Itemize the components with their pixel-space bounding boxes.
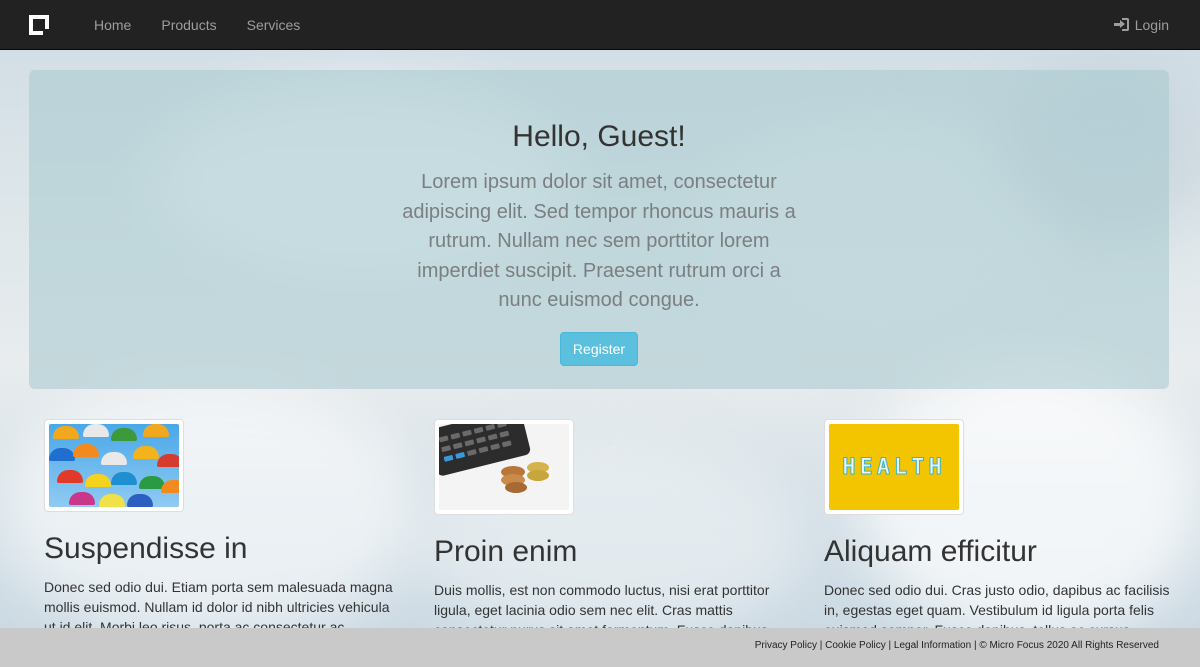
sign-in-icon xyxy=(1113,18,1129,31)
login-label: Login xyxy=(1134,16,1169,33)
feature-column: Proin enim Duis mollis, est non commodo … xyxy=(434,419,794,640)
calculator-coins-image xyxy=(439,424,569,510)
feature-column: Suspendisse in Donec sed odio dui. Etiam… xyxy=(44,419,404,637)
column-title: Suspendisse in xyxy=(44,532,248,565)
footer-separator: | xyxy=(885,640,894,651)
feature-column: HEALTH Aliquam efficitur Donec sed odio … xyxy=(824,419,1184,640)
thumbnail[interactable] xyxy=(44,419,184,512)
column-title: Proin enim xyxy=(434,535,578,568)
nav-link-home[interactable]: Home xyxy=(79,0,146,50)
logo-square-icon[interactable] xyxy=(29,14,49,35)
thumbnail[interactable] xyxy=(434,419,574,515)
cookie-policy-link[interactable]: Cookie Policy xyxy=(825,640,886,651)
nav-link-products[interactable]: Products xyxy=(146,0,231,50)
hero-text: Lorem ipsum dolor sit amet, consectetur … xyxy=(402,171,796,311)
login-link[interactable]: Login xyxy=(1113,16,1169,33)
page-footer: Privacy Policy | Cookie Policy | Legal I… xyxy=(0,628,1200,667)
legal-information-link[interactable]: Legal Information xyxy=(894,640,971,651)
column-title: Aliquam efficitur xyxy=(824,535,1037,568)
privacy-policy-link[interactable]: Privacy Policy xyxy=(755,640,817,651)
thumbnail[interactable]: HEALTH xyxy=(824,419,964,515)
hero-title: Hello, Guest! xyxy=(512,120,686,153)
copyright-text: © Micro Focus 2020 All Rights Reserved xyxy=(979,640,1159,651)
umbrellas-image xyxy=(49,424,179,507)
nav-link-services[interactable]: Services xyxy=(232,0,316,50)
top-navbar: Home Products Services Login xyxy=(0,0,1200,50)
register-button[interactable]: Register xyxy=(559,331,639,366)
hero-jumbotron: Hello, Guest! Lorem ipsum dolor sit amet… xyxy=(29,70,1169,389)
health-pills-image: HEALTH xyxy=(829,424,959,510)
footer-separator: | xyxy=(816,640,826,651)
health-word: HEALTH xyxy=(842,454,946,480)
